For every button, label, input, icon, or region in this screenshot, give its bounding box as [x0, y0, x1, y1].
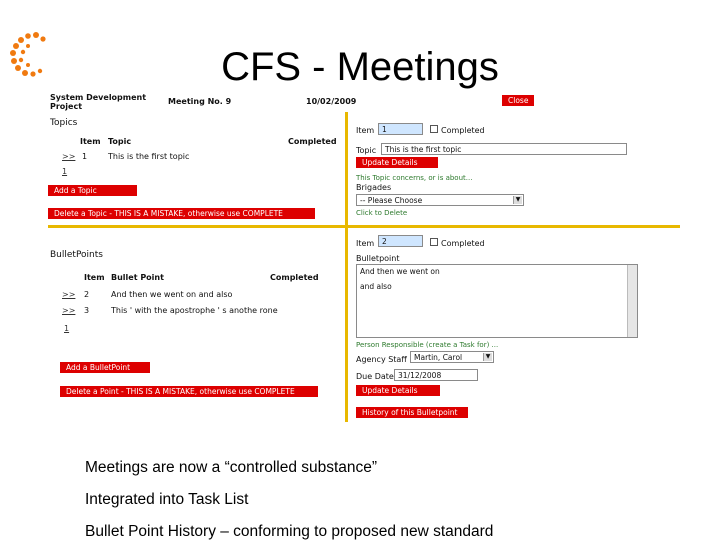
chevron-down-icon: ▼ [483, 353, 492, 361]
add-bulletpoint-button[interactable]: Add a BulletPoint [60, 362, 150, 373]
bullet-completed-checkbox[interactable] [430, 238, 438, 246]
textarea-scrollbar[interactable] [627, 265, 637, 337]
bullet-row-text: This ' with the apostrophe ' s anothe ro… [111, 306, 278, 315]
bullets-col-completed: Completed [270, 273, 319, 282]
bullet-row-text: And then we went on and also [111, 290, 233, 299]
due-date-label: Due Date [356, 372, 394, 381]
topics-col-completed: Completed [288, 137, 337, 146]
brigades-select[interactable]: -- Please Choose ▼ [356, 194, 524, 206]
topic-completed-label: Completed [441, 126, 485, 135]
agency-staff-select[interactable]: Martin, Carol ▼ [410, 351, 494, 363]
add-topic-button[interactable]: Add a Topic [48, 185, 137, 196]
agency-staff-value: Martin, Carol [414, 353, 463, 362]
project-name-line2: Project [50, 102, 83, 111]
brigades-label: Brigades [356, 183, 392, 192]
horizontal-divider [48, 225, 680, 228]
bulletpoint-text-line1: And then we went on [360, 267, 440, 276]
topic-row-select-link[interactable]: >> [62, 152, 75, 161]
topic-update-details-button[interactable]: Update Details [356, 157, 438, 168]
click-to-delete-link[interactable]: Click to Delete [356, 209, 407, 217]
bullet-new-item-link[interactable]: 1 [64, 324, 69, 333]
project-name-line1: System Development [50, 93, 147, 102]
close-button[interactable]: Close [502, 95, 535, 106]
topic-new-item-link[interactable]: 1 [62, 167, 67, 176]
meeting-number: Meeting No. 9 [168, 97, 232, 106]
bullets-col-bullet-point: Bullet Point [111, 273, 164, 282]
bullet-update-details-button[interactable]: Update Details [356, 385, 440, 396]
bullet-row-select-link[interactable]: >> [62, 306, 75, 315]
delete-bulletpoint-button[interactable]: Delete a Point - THIS IS A MISTAKE, othe… [60, 386, 318, 397]
topic-text-input[interactable]: This is the first topic [381, 143, 627, 155]
topics-col-topic: Topic [108, 137, 132, 146]
bullet-history-button[interactable]: History of this Bulletpoint [356, 407, 468, 418]
topics-col-item: Item [80, 137, 101, 146]
bulletpoint-text-line2: and also [360, 282, 392, 291]
bullet-completed-label: Completed [441, 239, 485, 248]
topic-concerns-text: This Topic concerns, or is about... [356, 174, 473, 182]
topic-label: Topic [356, 146, 377, 155]
bullet-row-item: 2 [84, 290, 90, 299]
meeting-screen: System Development Project Meeting No. 9… [48, 92, 710, 432]
bullet-row-select-link[interactable]: >> [62, 290, 75, 299]
slide-title: CFS - Meetings [221, 45, 499, 89]
bulletpoint-label: Bulletpoint [356, 254, 400, 263]
topic-row-text: This is the first topic [108, 152, 190, 161]
brigades-select-value: -- Please Choose [360, 196, 423, 205]
slide-bullet: Meetings are now a “controlled substance… [85, 459, 378, 476]
agency-staff-label: Agency Staff [356, 355, 407, 364]
bulletpoint-textarea[interactable]: And then we went on and also [356, 264, 638, 338]
slide-bullets: Meetings are now a “controlled substance… [85, 452, 493, 548]
topic-item-label: Item [356, 126, 375, 135]
delete-topic-button[interactable]: Delete a Topic - THIS IS A MISTAKE, othe… [48, 208, 315, 219]
bulletpoints-heading: BulletPoints [50, 250, 103, 260]
slide-bullet: Integrated into Task List [85, 491, 249, 508]
meeting-date: 10/02/2009 [306, 97, 357, 106]
bullet-item-input[interactable]: 2 [378, 235, 423, 247]
due-date-input[interactable]: 31/12/2008 [394, 369, 478, 381]
topic-completed-checkbox[interactable] [430, 125, 438, 133]
chevron-down-icon: ▼ [513, 196, 522, 204]
topic-row-item: 1 [82, 152, 88, 161]
bullets-col-item: Item [84, 273, 105, 282]
topic-item-input[interactable]: 1 [378, 123, 423, 135]
bullet-item-label: Item [356, 239, 375, 248]
vertical-divider [345, 112, 348, 422]
person-responsible-text: Person Responsible (create a Task for) .… [356, 341, 499, 349]
topics-heading: Topics [50, 118, 78, 128]
bullet-row-item: 3 [84, 306, 90, 315]
slide-bullet: Bullet Point History – conforming to pro… [85, 523, 494, 540]
